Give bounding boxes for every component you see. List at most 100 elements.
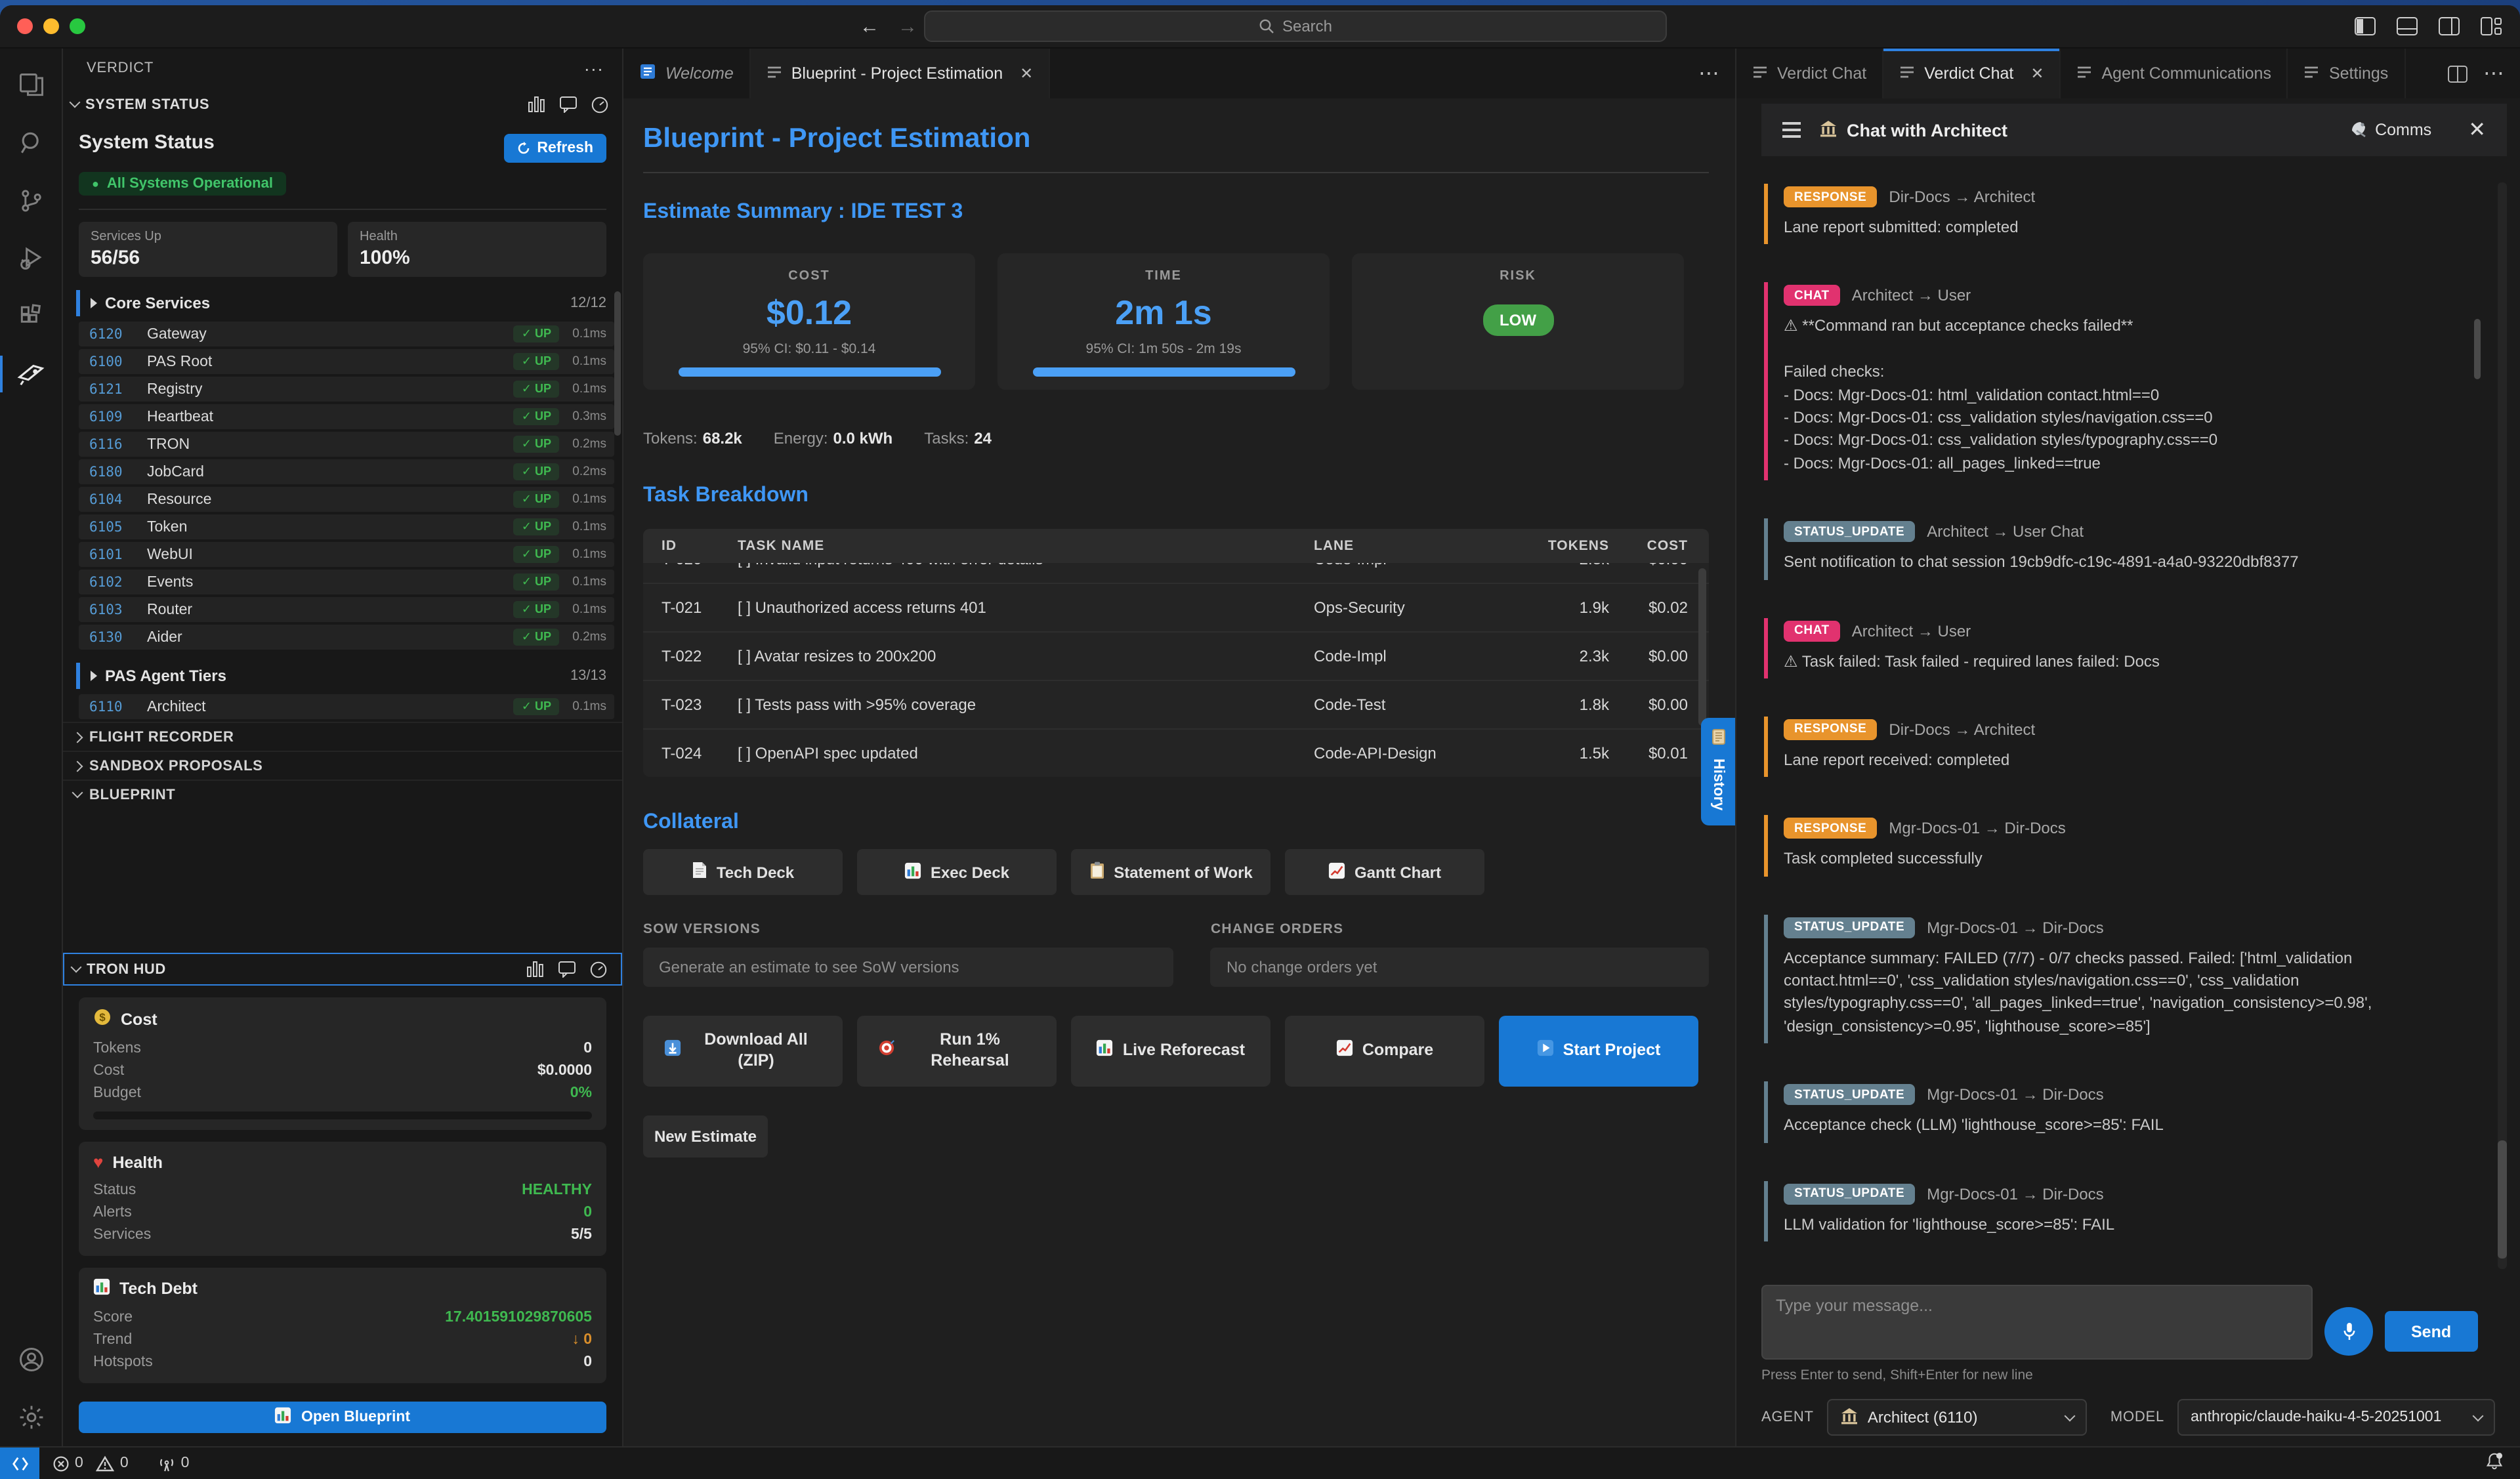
service-row[interactable]: 6116 TRON ✓ UP 0.2ms [79, 432, 614, 457]
column-header[interactable]: TASK NAME [738, 538, 1314, 554]
green-dot-icon: ● [92, 177, 99, 190]
comment-icon[interactable] [559, 95, 578, 112]
close-tab-icon[interactable]: ✕ [2030, 64, 2044, 83]
column-header[interactable]: TOKENS [1504, 538, 1609, 554]
panel-tab-settings[interactable]: Settings [2288, 49, 2405, 98]
comment-icon[interactable] [558, 960, 576, 977]
tech-deck-button[interactable]: Tech Deck [643, 849, 843, 895]
open-blueprint-button[interactable]: Open Blueprint [79, 1402, 606, 1433]
menu-icon[interactable] [1777, 117, 1806, 143]
section-header-tron-hud[interactable]: TRON HUD [63, 953, 622, 986]
service-row[interactable]: 6110 Architect ✓ UP 0.1ms [79, 694, 614, 719]
section-header-blueprint[interactable]: BLUEPRINT [63, 780, 622, 808]
settings-gear-icon[interactable] [0, 1388, 62, 1446]
history-tab[interactable]: History [1701, 718, 1735, 825]
service-row[interactable]: 6109 Heartbeat ✓ UP 0.3ms [79, 404, 614, 429]
close-chat-icon[interactable]: ✕ [2463, 117, 2491, 143]
message-scrollbar[interactable] [2474, 320, 2481, 380]
close-window-button[interactable] [17, 18, 33, 34]
model-select[interactable]: anthropic/claude-haiku-4-5-20251001 [2177, 1399, 2495, 1436]
service-row[interactable]: 6101 WebUI ✓ UP 0.1ms [79, 542, 614, 567]
service-group-header[interactable]: PAS Agent Tiers13/13 [76, 663, 617, 689]
remote-indicator[interactable] [0, 1447, 39, 1479]
panel-tab-verdict-chat[interactable]: Verdict Chat✕ [1883, 49, 2061, 98]
refresh-button[interactable]: Refresh [504, 134, 606, 163]
mic-button[interactable] [2324, 1307, 2373, 1356]
editor-tab-welcome[interactable]: Welcome [623, 49, 751, 98]
gauge-icon[interactable] [591, 95, 609, 114]
problems-indicator[interactable]: 0 0 [52, 1455, 129, 1472]
bar-chart-icon[interactable] [528, 95, 546, 112]
back-icon[interactable]: ← [860, 15, 879, 37]
message-type-badge: RESPONSE [1784, 818, 1877, 839]
split-editor-icon[interactable] [2448, 65, 2468, 82]
notifications-bell-icon[interactable] [2485, 1451, 2504, 1475]
exec-deck-button[interactable]: Exec Deck [857, 849, 1057, 895]
messages-scrollbar-thumb[interactable] [2498, 1140, 2507, 1259]
ports-indicator[interactable]: 0 [158, 1455, 190, 1472]
column-header[interactable]: LANE [1314, 538, 1504, 554]
service-row[interactable]: 6100 PAS Root ✓ UP 0.1ms [79, 349, 614, 374]
search-input[interactable]: Search [924, 10, 1667, 42]
search-view-icon[interactable] [0, 114, 62, 172]
verdict-extension-icon[interactable] [0, 345, 62, 403]
close-tab-icon[interactable]: ✕ [1020, 64, 1033, 83]
service-row[interactable]: 6105 Token ✓ UP 0.1ms [79, 514, 614, 539]
task-breakdown-heading: Task Breakdown [643, 484, 1709, 508]
table-scrollbar[interactable] [1698, 568, 1706, 726]
panel-tab-verdict-chat[interactable]: Verdict Chat [1736, 49, 1883, 98]
service-row[interactable]: 6180 JobCard ✓ UP 0.2ms [79, 459, 614, 484]
collapsed-sections: FLIGHT RECORDER SANDBOX PROPOSALS [63, 722, 622, 780]
service-row[interactable]: 6104 Resource ✓ UP 0.1ms [79, 487, 614, 512]
service-row[interactable]: 6130 Aider ✓ UP 0.2ms [79, 625, 614, 650]
service-row[interactable]: 6102 Events ✓ UP 0.1ms [79, 570, 614, 594]
column-header[interactable]: ID [643, 538, 738, 554]
table-row[interactable]: T-023[ ] Tests pass with >95% coverage C… [643, 680, 1709, 728]
minimize-window-button[interactable] [43, 18, 59, 34]
maximize-window-button[interactable] [70, 18, 85, 34]
statement-of-work-button[interactable]: Statement of Work [1071, 849, 1270, 895]
new-estimate-button[interactable]: New Estimate [643, 1115, 768, 1157]
table-row[interactable]: T-021[ ] Unauthorized access returns 401… [643, 583, 1709, 631]
toggle-sidebar-icon[interactable] [2355, 17, 2376, 35]
run-1-rehearsal-button[interactable]: Run 1% Rehearsal [857, 1016, 1057, 1087]
layout-icon[interactable] [2481, 17, 2502, 35]
toggle-secondary-sidebar-icon[interactable] [2439, 17, 2460, 35]
bar-chart-icon[interactable] [526, 960, 545, 977]
extensions-icon[interactable] [0, 287, 62, 345]
service-row[interactable]: 6120 Gateway ✓ UP 0.1ms [79, 322, 614, 346]
explorer-icon[interactable] [0, 56, 62, 114]
send-button[interactable]: Send [2385, 1311, 2477, 1352]
comms-button[interactable]: Comms [2349, 119, 2431, 141]
download-all-zip--button[interactable]: Download All (ZIP) [643, 1016, 843, 1087]
live-reforecast-button[interactable]: Live Reforecast [1071, 1016, 1270, 1087]
table-row[interactable]: T-020[ ] Invalid input returns 400 with … [643, 563, 1709, 583]
forward-icon[interactable]: → [898, 15, 917, 37]
service-row[interactable]: 6121 Registry ✓ UP 0.1ms [79, 377, 614, 402]
section-header-sandbox-proposals[interactable]: SANDBOX PROPOSALS [63, 751, 622, 780]
editor-tab-blueprint-project-estimation[interactable]: Blueprint - Project Estimation✕ [751, 49, 1051, 98]
run-debug-icon[interactable] [0, 230, 62, 287]
column-header[interactable]: COST [1609, 538, 1709, 554]
account-icon[interactable] [0, 1331, 62, 1388]
editor-more-icon[interactable]: ⋯ [1698, 60, 1719, 87]
start-project-button[interactable]: Start Project [1499, 1016, 1698, 1087]
panel-more-icon[interactable]: ··· [584, 58, 604, 79]
section-header-system-status[interactable]: SYSTEM STATUS [63, 88, 622, 121]
table-row[interactable]: T-024[ ] OpenAPI spec updated Code-API-D… [643, 728, 1709, 777]
toggle-panel-icon[interactable] [2397, 17, 2418, 35]
compare-button[interactable]: Compare [1285, 1016, 1484, 1087]
panel-more-icon[interactable]: ⋯ [2483, 60, 2504, 87]
panel-tab-agent-communications[interactable]: Agent Communications [2061, 49, 2288, 98]
table-row[interactable]: T-022[ ] Avatar resizes to 200x200 Code-… [643, 631, 1709, 680]
agent-select[interactable]: Architect (6110) [1827, 1399, 2087, 1436]
gantt-chart-button[interactable]: Gantt Chart [1285, 849, 1484, 895]
service-row[interactable]: 6103 Router ✓ UP 0.1ms [79, 597, 614, 622]
source-control-icon[interactable] [0, 172, 62, 230]
message-input[interactable]: Type your message... [1761, 1285, 2313, 1360]
messages-scrollbar-track[interactable] [2498, 182, 2507, 1269]
section-header-flight-recorder[interactable]: FLIGHT RECORDER [63, 722, 622, 751]
sidebar-scrollbar[interactable] [614, 291, 621, 436]
gauge-icon[interactable] [589, 960, 608, 978]
service-group-header[interactable]: Core Services12/12 [76, 290, 617, 316]
